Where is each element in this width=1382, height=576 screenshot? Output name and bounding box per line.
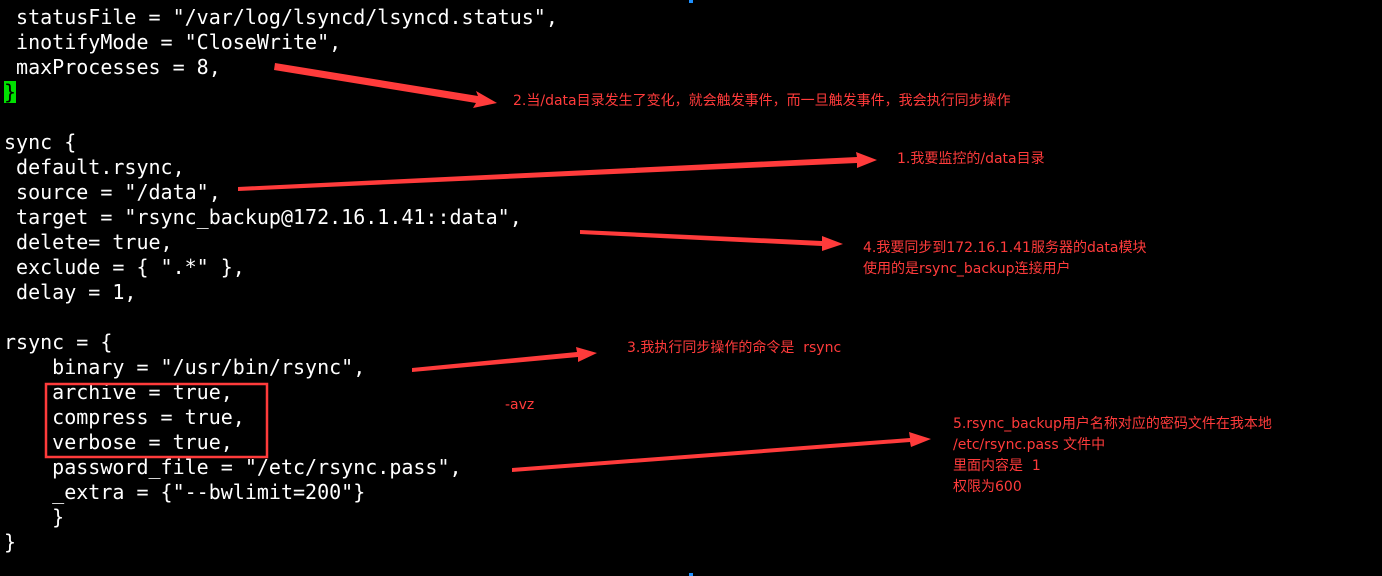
code-line: _extra = {"--bwlimit=200"} (4, 480, 366, 504)
arrow-to-note-5 (512, 432, 931, 472)
arrow-to-note-2 (274, 63, 497, 108)
annotation-note-4: 4.我要同步到172.16.1.41服务器的data模块 使用的是rsync_b… (863, 240, 1147, 277)
code-line: exclude = { ".*" }, (4, 255, 245, 279)
annotation-note-1: 1.我要监控的/data目录 (897, 151, 1045, 167)
code-line: maxProcesses = 8, (4, 55, 221, 79)
code-line: default.rsync, (4, 155, 185, 179)
arrow-to-note-4 (580, 230, 843, 251)
code-line: archive = true, (4, 380, 233, 404)
code-line: statusFile = "/var/log/lsyncd/lsyncd.sta… (4, 5, 558, 29)
code-line: delete= true, (4, 230, 173, 254)
annotation-note-2: 2.当/data目录发生了变化，就会触发事件，而一旦触发事件，我会执行同步操作 (513, 93, 1011, 109)
code-line: target = "rsync_backup@172.16.1.41::data… (4, 205, 522, 229)
code-line: sync { (4, 130, 77, 154)
code-line: } (4, 530, 17, 554)
annotation-avz: -avz (505, 397, 535, 413)
code-line: } (4, 505, 65, 529)
code-line: source = "/data", (4, 180, 221, 204)
code-line: password_file = "/etc/rsync.pass", (4, 455, 462, 479)
code-line: verbose = true, (4, 430, 233, 454)
code-line: rsync = { (4, 330, 113, 354)
arrow-to-note-1 (238, 152, 877, 191)
annotation-note-3: 3.我执行同步操作的命令是 rsync (627, 340, 842, 356)
terminal-window[interactable]: statusFile = "/var/log/lsyncd/lsyncd.sta… (0, 0, 1382, 576)
code-line: binary = "/usr/bin/rsync", (4, 355, 366, 379)
cursor-char: } (4, 80, 17, 104)
code-line: inotifyMode = "CloseWrite", (4, 30, 342, 54)
code-line: delay = 1, (4, 280, 137, 304)
code-line: compress = true, (4, 405, 245, 429)
arrow-to-note-3 (412, 347, 597, 372)
annotation-note-5: 5.rsync_backup用户名称对应的密码文件在我本地 /etc/rsync… (953, 416, 1272, 495)
selection-handle-top[interactable] (689, 0, 693, 3)
